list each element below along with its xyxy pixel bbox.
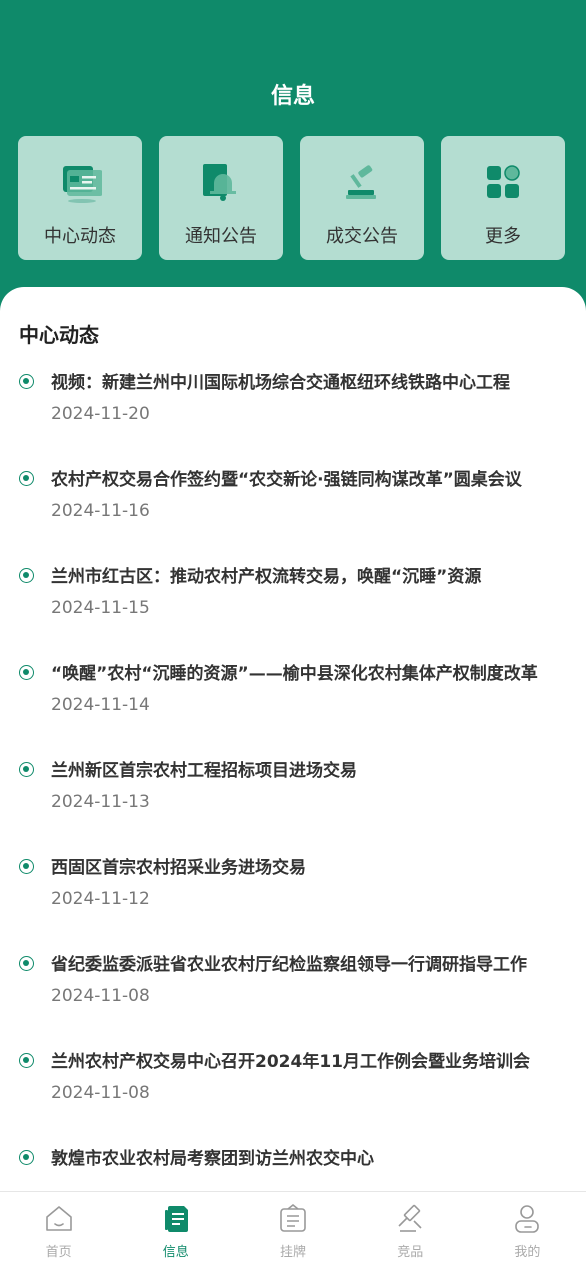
bullet-icon [19,1053,34,1068]
category-label: 通知公告 [185,226,257,247]
category-label: 更多 [485,226,521,247]
news-date: 2024-11-08 [51,1083,150,1103]
tab-listing[interactable]: 挂牌 [234,1192,351,1264]
news-date: 2024-11-15 [51,598,150,618]
category-news[interactable]: 中心动态 [18,136,142,260]
news-date: 2024-11-14 [51,695,150,715]
bullet-icon [19,665,34,680]
news-title: 兰州新区首宗农村工程招标项目进场交易 [51,761,357,781]
news-title: “唤醒”农村“沉睡的资源”——榆中县深化农村集体产权制度改革 [51,664,538,684]
section-title: 中心动态 [19,323,99,347]
news-title: 省纪委监委派驻省农业农村厅纪检监察组领导一行调研指导工作 [51,955,527,975]
gavel-icon [398,1204,422,1232]
tab-label: 首页 [45,1245,72,1260]
page-title: 信息 [270,84,315,109]
bullet-icon [19,568,34,583]
news-item[interactable]: 兰州农村产权交易中心召开2024年11月工作例会暨业务培训会 2024-11-0… [0,1043,586,1140]
bullet-icon [19,374,34,389]
tab-label: 竞品 [397,1245,424,1260]
grid-icon [487,165,520,198]
bell-icon [203,164,236,201]
news-item[interactable]: 敦煌市农业农村局考察团到访兰州农交中心 [0,1140,586,1192]
bullet-icon [19,1150,34,1165]
category-notice[interactable]: 通知公告 [159,136,283,260]
news-item[interactable]: 省纪委监委派驻省农业农村厅纪检监察组领导一行调研指导工作 2024-11-08 [0,946,586,1043]
news-item[interactable]: 农村产权交易合作签约暨“农交新论·强链同构谋改革”圆桌会议 2024-11-16 [0,461,586,558]
news-date: 2024-11-12 [51,889,150,909]
news-title: 农村产权交易合作签约暨“农交新论·强链同构谋改革”圆桌会议 [51,470,522,490]
bullet-icon [19,471,34,486]
category-label: 中心动态 [44,226,116,247]
tab-label: 信息 [162,1245,189,1260]
user-icon [515,1205,540,1233]
news-date: 2024-11-08 [51,986,150,1006]
news-title: 西固区首宗农村招采业务进场交易 [51,858,306,878]
news-title: 兰州市红古区：推动农村产权流转交易，唤醒“沉睡”资源 [51,567,482,587]
news-item[interactable]: 兰州新区首宗农村工程招标项目进场交易 2024-11-13 [0,752,586,849]
document-icon [164,1206,188,1232]
news-card: 中心动态 视频：新建兰州中川国际机场综合交通枢纽环线铁路中心工程 2024-11… [0,287,586,1192]
tab-label: 挂牌 [280,1245,307,1260]
tab-bar: 首页 信息 挂牌 竞品 我的 [0,1191,586,1264]
gavel-icon [346,165,376,199]
news-date: 2024-11-13 [51,792,150,812]
news-item[interactable]: 西固区首宗农村招采业务进场交易 2024-11-12 [0,849,586,946]
tab-home[interactable]: 首页 [0,1192,117,1264]
category-deals[interactable]: 成交公告 [300,136,424,260]
news-date: 2024-11-20 [51,404,150,424]
tab-bidding[interactable]: 竞品 [352,1192,469,1264]
bullet-icon [19,956,34,971]
news-date: 2024-11-16 [51,501,150,521]
news-title: 兰州农村产权交易中心召开2024年11月工作例会暨业务培训会 [51,1052,530,1072]
news-item[interactable]: 视频：新建兰州中川国际机场综合交通枢纽环线铁路中心工程 2024-11-20 [0,364,586,461]
category-grid: 中心动态 通知公告 成交公告 更多 [18,136,565,260]
category-more[interactable]: 更多 [441,136,565,260]
news-list: 视频：新建兰州中川国际机场综合交通枢纽环线铁路中心工程 2024-11-20 农… [0,364,586,1192]
bullet-icon [19,762,34,777]
category-label: 成交公告 [326,226,398,247]
tab-mine[interactable]: 我的 [469,1192,586,1264]
bullet-icon [19,859,34,874]
header: 信息 中心动态 通知公告 成交公告 更多 [0,0,586,330]
home-icon [45,1206,72,1231]
news-title: 视频：新建兰州中川国际机场综合交通枢纽环线铁路中心工程 [51,373,510,393]
tab-label: 我的 [514,1245,541,1260]
news-item[interactable]: 兰州市红古区：推动农村产权流转交易，唤醒“沉睡”资源 2024-11-15 [0,558,586,655]
news-item[interactable]: “唤醒”农村“沉睡的资源”——榆中县深化农村集体产权制度改革 2024-11-1… [0,655,586,752]
listing-icon [280,1203,306,1232]
tab-info[interactable]: 信息 [117,1192,234,1264]
news-icon [63,166,102,203]
news-title: 敦煌市农业农村局考察团到访兰州农交中心 [51,1149,374,1169]
